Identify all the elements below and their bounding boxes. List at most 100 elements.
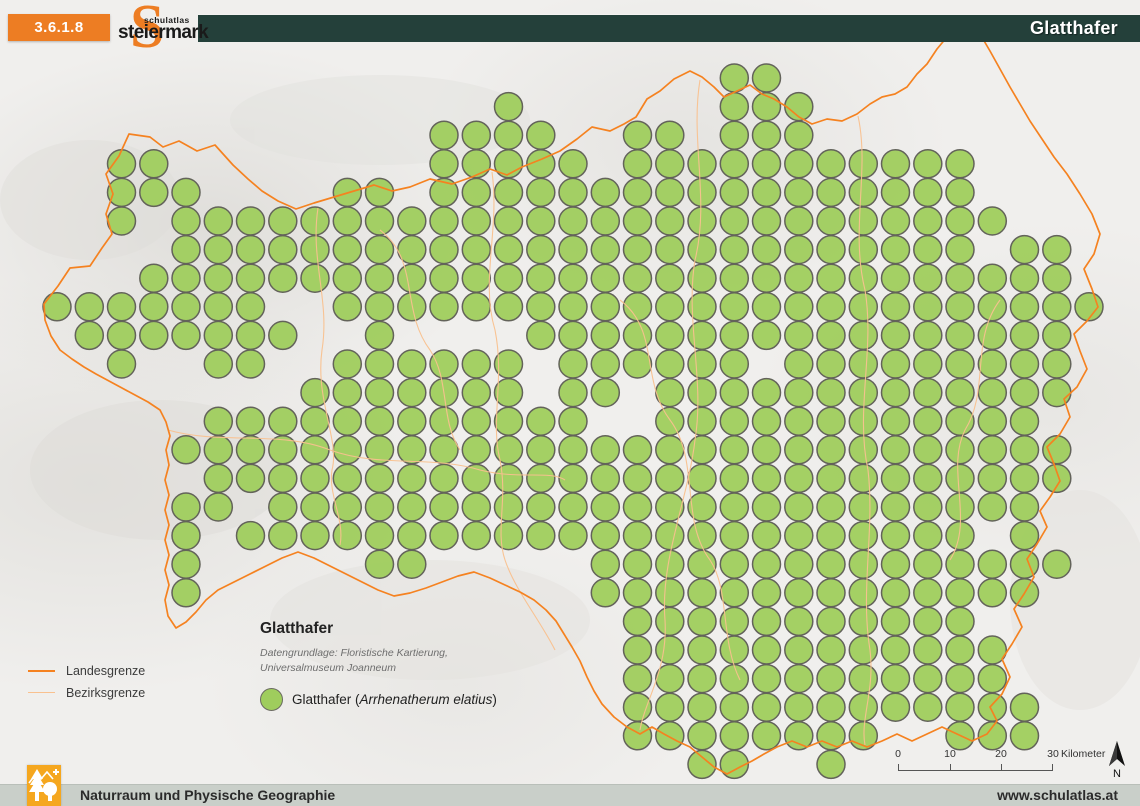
- distribution-dot: [527, 264, 555, 292]
- distribution-dot: [366, 321, 394, 349]
- distribution-dot: [656, 693, 684, 721]
- distribution-dot: [785, 550, 813, 578]
- distribution-dot: [785, 522, 813, 550]
- distribution-dot: [978, 579, 1006, 607]
- distribution-dot: [237, 321, 265, 349]
- distribution-dot: [462, 436, 490, 464]
- distribution-dot: [978, 350, 1006, 378]
- distribution-dot: [204, 264, 232, 292]
- footer-website[interactable]: www.schulatlas.at: [997, 787, 1118, 803]
- distribution-dot: [720, 636, 748, 664]
- distribution-dot: [398, 493, 426, 521]
- distribution-dot: [140, 293, 168, 321]
- distribution-dot: [817, 264, 845, 292]
- distribution-dot: [333, 207, 361, 235]
- distribution-dot: [849, 522, 877, 550]
- distribution-dot: [366, 379, 394, 407]
- distribution-dot: [656, 207, 684, 235]
- distribution-dot: [946, 293, 974, 321]
- distribution-dot: [849, 321, 877, 349]
- distribution-dot: [495, 264, 523, 292]
- distribution-dot: [1043, 293, 1071, 321]
- distribution-dot: [495, 522, 523, 550]
- distribution-dot: [753, 522, 781, 550]
- distribution-dot: [849, 493, 877, 521]
- distribution-dot: [753, 236, 781, 264]
- distribution-dot: [624, 464, 652, 492]
- distribution-dot: [914, 493, 942, 521]
- distribution-dot: [172, 522, 200, 550]
- distribution-dot: [849, 607, 877, 635]
- distribution-dot: [398, 207, 426, 235]
- distribution-dot: [204, 207, 232, 235]
- bezirksgrenze-swatch: [28, 692, 55, 693]
- distribution-dot: [785, 665, 813, 693]
- distribution-dot: [1043, 550, 1071, 578]
- distribution-dot: [656, 350, 684, 378]
- distribution-dot: [1011, 321, 1039, 349]
- distribution-dot: [366, 407, 394, 435]
- distribution-dot: [430, 350, 458, 378]
- distribution-dot: [785, 607, 813, 635]
- distribution-dot: [656, 150, 684, 178]
- distribution-dot: [817, 407, 845, 435]
- distribution-dot: [882, 436, 910, 464]
- distribution-dot: [430, 436, 458, 464]
- distribution-dot: [1043, 264, 1071, 292]
- distribution-dot: [946, 350, 974, 378]
- distribution-dot: [172, 436, 200, 464]
- distribution-dot: [882, 464, 910, 492]
- distribution-dot: [656, 293, 684, 321]
- landesgrenze-swatch: [28, 670, 55, 672]
- distribution-dot: [946, 607, 974, 635]
- distribution-dot: [785, 236, 813, 264]
- distribution-dot: [978, 379, 1006, 407]
- distribution-dot: [140, 150, 168, 178]
- distribution-dot: [559, 379, 587, 407]
- distribution-dot: [688, 722, 716, 750]
- distribution-dot: [914, 693, 942, 721]
- distribution-dot: [946, 236, 974, 264]
- distribution-dot: [849, 636, 877, 664]
- distribution-dot: [753, 264, 781, 292]
- distribution-dot: [624, 722, 652, 750]
- schulatlas-logo[interactable]: S schulatlas steiermark: [118, 0, 204, 60]
- distribution-dot: [817, 321, 845, 349]
- distribution-dot: [172, 178, 200, 206]
- distribution-dot: [269, 522, 297, 550]
- distribution-dot: [978, 264, 1006, 292]
- distribution-dot: [430, 522, 458, 550]
- distribution-dot: [817, 436, 845, 464]
- distribution-dot: [946, 150, 974, 178]
- distribution-dot: [591, 236, 619, 264]
- distribution-dot: [237, 207, 265, 235]
- distribution-dot: [753, 693, 781, 721]
- distribution-dot: [591, 207, 619, 235]
- distribution-dot: [914, 436, 942, 464]
- distribution-dot: [1011, 693, 1039, 721]
- distribution-dot: [753, 150, 781, 178]
- distribution-dot: [753, 464, 781, 492]
- distribution-dot: [817, 493, 845, 521]
- distribution-dot: [527, 464, 555, 492]
- distribution-dot: [785, 693, 813, 721]
- logo-main-text: steiermark: [118, 22, 208, 44]
- distribution-dot: [946, 636, 974, 664]
- distribution-dot: [785, 121, 813, 149]
- distribution-dot: [237, 293, 265, 321]
- distribution-dot: [301, 407, 329, 435]
- distribution-dot: [817, 379, 845, 407]
- distribution-dot: [946, 264, 974, 292]
- distribution-dot: [398, 522, 426, 550]
- distribution-dot: [1043, 379, 1071, 407]
- distribution-dot: [333, 436, 361, 464]
- distribution-dot: [366, 550, 394, 578]
- distribution-dot: [946, 436, 974, 464]
- distribution-dot: [978, 550, 1006, 578]
- distribution-dot: [946, 693, 974, 721]
- distribution-dot: [688, 407, 716, 435]
- distribution-dot: [624, 665, 652, 693]
- distribution-dot: [301, 264, 329, 292]
- distribution-dot: [688, 321, 716, 349]
- distribution-dot: [462, 407, 490, 435]
